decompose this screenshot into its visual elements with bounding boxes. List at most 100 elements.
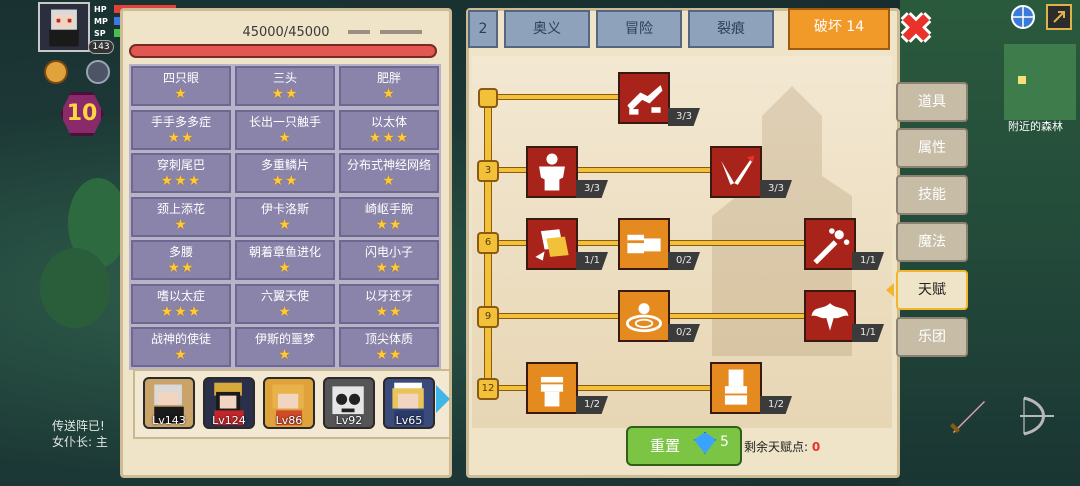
- buff-icon[interactable]: [44, 60, 68, 84]
- team-member-level: Lv65: [395, 414, 423, 427]
- traits-grid[interactable]: 四只眼 ★ 三头 ★★ 肥胖 ★ 手手多多症 ★★ 长出一只触手 ★ 以太体 ★★★ 穿刺尾巴 ★★★ 多重…: [129, 64, 441, 370]
- trait-cell[interactable]: 战神的使徒 ★: [131, 327, 231, 367]
- close-icon[interactable]: ✖: [898, 9, 934, 49]
- side-tab-attributes[interactable]: 属性: [896, 128, 968, 168]
- trait-cell[interactable]: 朝着章鱼进化 ★: [235, 240, 335, 280]
- side-tab-skills[interactable]: 技能: [896, 175, 968, 215]
- team-member[interactable]: Lv86: [263, 377, 315, 429]
- trait-cell[interactable]: 穿刺尾巴 ★★★: [131, 153, 231, 193]
- remaining-label: 剩余天赋点:: [744, 440, 809, 454]
- skill-body-icon[interactable]: [526, 146, 578, 198]
- trait-cell[interactable]: 手手多多症 ★★: [131, 109, 231, 150]
- sword-icon[interactable]: [942, 390, 994, 442]
- sp-tag: SP: [94, 28, 106, 38]
- trait-name: 分布式神经网络: [346, 158, 431, 172]
- bow-icon[interactable]: [1010, 390, 1062, 442]
- team-member-level: Lv92: [335, 414, 363, 427]
- trait-cell[interactable]: 多重鳞片 ★★: [235, 153, 335, 193]
- skill-arrow-hit-icon[interactable]: [710, 146, 762, 198]
- star-rating-icon: ★★: [167, 129, 195, 146]
- trait-cell[interactable]: 三头 ★★: [235, 66, 335, 106]
- skill-fist-palm-icon[interactable]: [618, 218, 670, 270]
- team-member[interactable]: Lv92: [323, 377, 375, 429]
- tree-branch: [490, 385, 714, 391]
- player-marker-icon: [1018, 76, 1026, 84]
- trait-cell[interactable]: 伊卡洛斯 ★: [235, 196, 335, 237]
- skill-ripple-icon[interactable]: [618, 290, 670, 342]
- trait-cell[interactable]: 多腰 ★★: [131, 240, 231, 280]
- star-rating-icon: ★: [278, 216, 292, 233]
- star-rating-icon: ★★: [167, 260, 195, 276]
- tier-marker: 9: [477, 306, 499, 328]
- tab-2[interactable]: 2: [468, 10, 498, 48]
- tab-destruction[interactable]: 破坏 14: [788, 8, 890, 50]
- trait-name: 以太体: [370, 114, 407, 129]
- trait-name: 多腰: [168, 245, 193, 259]
- team-member[interactable]: Lv124: [203, 377, 255, 429]
- skill-arm-wrestle-icon[interactable]: [618, 72, 670, 124]
- trait-name: 嗜以太症: [156, 288, 205, 303]
- team-member[interactable]: Lv143: [143, 377, 195, 429]
- shield-icon[interactable]: [86, 60, 110, 84]
- trait-cell[interactable]: 长出一只触手 ★: [235, 109, 335, 150]
- star-rating-icon: ★: [278, 260, 292, 276]
- tier-marker: 6: [477, 232, 499, 254]
- trait-cell[interactable]: 肥胖 ★: [339, 66, 439, 106]
- skill-splash-icon[interactable]: [804, 218, 856, 270]
- trait-name: 长出一只触手: [248, 114, 321, 129]
- trait-name: 多重鳞片: [260, 158, 309, 172]
- trait-cell[interactable]: 嗜以太症 ★★★: [131, 283, 231, 324]
- trait-cell[interactable]: 伊斯的噩梦 ★: [235, 327, 335, 367]
- trait-cell[interactable]: 以牙还牙 ★★: [339, 283, 439, 324]
- side-tab-talent[interactable]: 天赋: [896, 270, 968, 310]
- trait-cell[interactable]: 顶尖体质 ★★: [339, 327, 439, 367]
- map-location-label: 附近的森林: [1008, 120, 1063, 133]
- hp-bar: [129, 44, 437, 58]
- star-rating-icon: ★★: [271, 173, 299, 189]
- tab-rift[interactable]: 裂痕: [688, 10, 774, 48]
- side-tab-troupe[interactable]: 乐团: [896, 317, 968, 357]
- trait-cell[interactable]: 闪电小子 ★★: [339, 240, 439, 280]
- trait-cell[interactable]: 分布式神经网络 ★: [339, 153, 439, 193]
- tab-adventure[interactable]: 冒险: [596, 10, 682, 48]
- star-rating-icon: ★★★: [368, 129, 410, 146]
- trait-cell[interactable]: 四只眼 ★: [131, 66, 231, 106]
- star-rating-icon: ★: [174, 86, 188, 102]
- reset-cost: 5: [720, 434, 729, 450]
- skill-flame-wings-icon[interactable]: [804, 290, 856, 342]
- team-bar: Lv143 Lv124 Lv86 Lv92 Lv65: [133, 369, 451, 439]
- tab-secret-art[interactable]: 奥义: [504, 10, 590, 48]
- trait-name: 崎岖手腕: [364, 201, 413, 216]
- trait-cell[interactable]: 以太体 ★★★: [339, 109, 439, 150]
- player-avatar[interactable]: [38, 2, 90, 52]
- mp-tag: MP: [94, 16, 108, 26]
- side-tab-magic[interactable]: 魔法: [896, 222, 968, 262]
- star-rating-icon: ★: [382, 173, 396, 189]
- skill-shatter-icon[interactable]: [526, 218, 578, 270]
- chat-log: 传送阵已! 女仆长: 主: [52, 418, 108, 450]
- star-rating-icon: ★★: [375, 303, 403, 320]
- hp-tag: HP: [94, 4, 107, 14]
- trait-cell[interactable]: 六翼天使 ★: [235, 283, 335, 324]
- trait-name: 三头: [272, 71, 297, 85]
- tier-marker: 3: [477, 160, 499, 182]
- team-member[interactable]: Lv65: [383, 377, 435, 429]
- trait-name: 四只眼: [162, 71, 199, 85]
- team-member-level: Lv124: [212, 414, 246, 427]
- remaining-value: 0: [811, 440, 821, 454]
- traits-panel: 45000/45000 四只眼 ★ 三头 ★★ 肥胖 ★ 手手多多症 ★★ 长出一只触手 ★ 以太体…: [120, 8, 452, 478]
- trait-cell[interactable]: 崎岖手腕 ★★: [339, 196, 439, 237]
- globe-icon[interactable]: [1010, 4, 1036, 30]
- team-next-arrow-icon[interactable]: [436, 385, 450, 413]
- reset-label: 重置: [650, 437, 681, 455]
- trait-name: 穿刺尾巴: [156, 158, 205, 172]
- skill-fist-up-icon[interactable]: [526, 362, 578, 414]
- expand-icon[interactable]: [1046, 4, 1072, 30]
- minimap[interactable]: [1004, 44, 1076, 120]
- side-tab-items[interactable]: 道具: [896, 82, 968, 122]
- skill-fist-down-icon[interactable]: [710, 362, 762, 414]
- trait-cell[interactable]: 颈上添花 ★: [131, 196, 231, 237]
- chat-line: 传送阵已!: [52, 419, 105, 433]
- chat-line: 女仆长: 主: [52, 435, 108, 449]
- star-rating-icon: ★★: [375, 260, 403, 276]
